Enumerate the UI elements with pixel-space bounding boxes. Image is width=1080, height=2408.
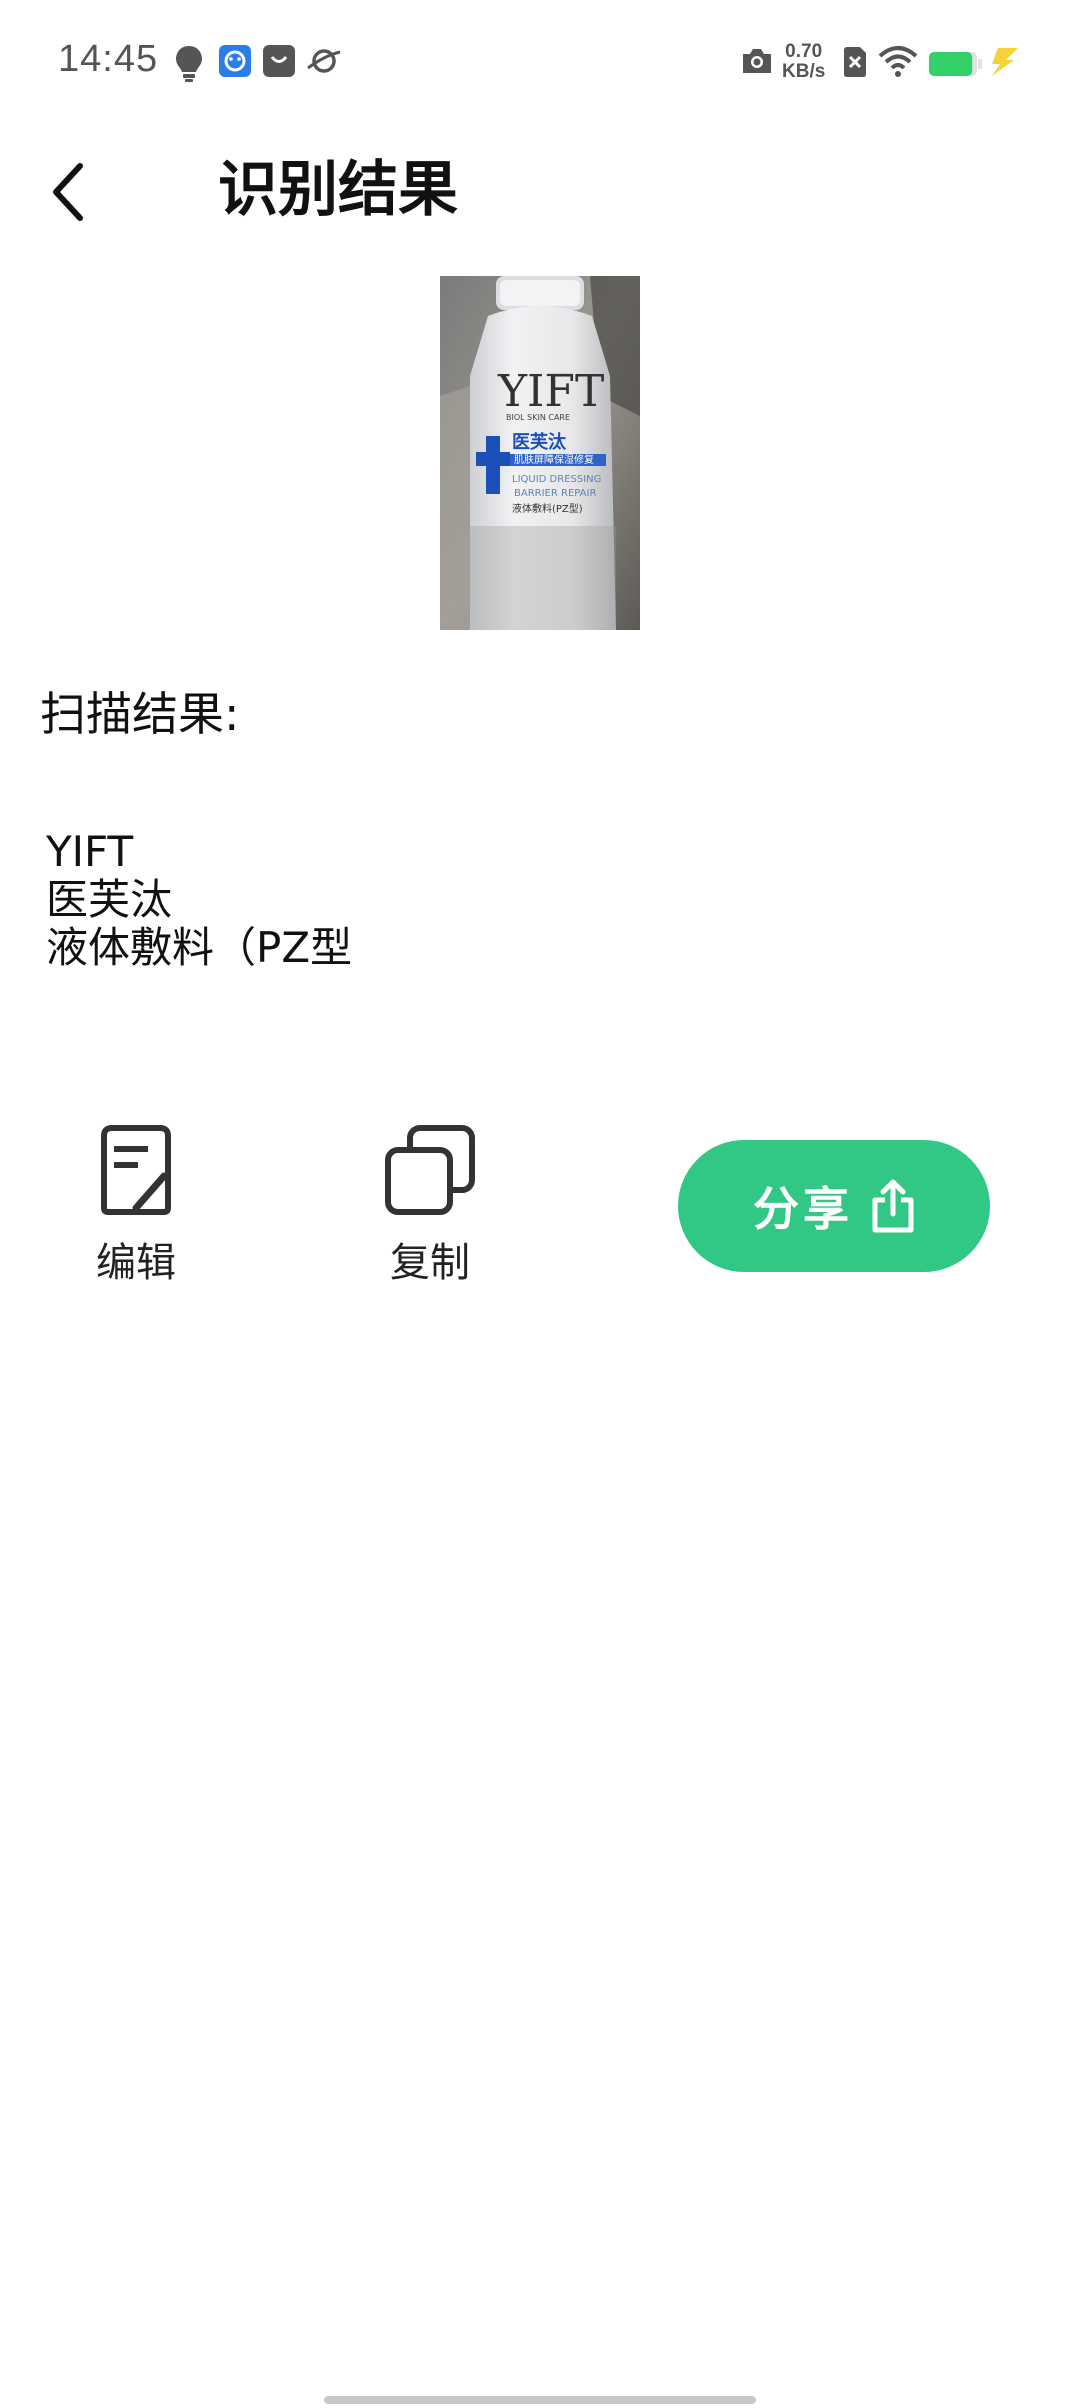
share-icon	[872, 1179, 914, 1233]
screen: 14:45 0.70 KB/s 识别结果 YIFT BIOL SKIN CARE…	[0, 0, 1080, 2408]
result-text[interactable]: YIFT 医芙汰 液体敷料（PZ型	[46, 828, 352, 972]
network-speed: 0.70 KB/s	[782, 42, 825, 82]
edit-icon	[101, 1125, 171, 1215]
shopping-bag-icon	[262, 44, 296, 82]
sim-x-icon	[842, 46, 868, 82]
result-line: YIFT	[46, 827, 134, 876]
edit-label: 编辑	[96, 1240, 176, 1286]
charging-bolt-icon	[988, 46, 1020, 82]
bottle-subtitle: BIOL SKIN CARE	[506, 413, 570, 422]
bottle-line1: 肌肤屏障保湿修复	[514, 453, 594, 466]
bottle-line3: BARRIER REPAIR	[514, 488, 596, 499]
net-speed-unit: KB/s	[782, 61, 826, 82]
scan-image[interactable]: YIFT BIOL SKIN CARE 医芙汰 肌肤屏障保湿修复 LIQUID …	[440, 276, 640, 630]
page-title: 识别结果	[218, 155, 458, 225]
net-speed-value: 0.70	[785, 41, 823, 62]
face-app-icon	[218, 44, 252, 82]
result-line: 液体敷料（PZ型	[46, 923, 353, 972]
bulb-icon	[174, 44, 204, 88]
result-label: 扫描结果:	[40, 687, 240, 741]
wifi-icon	[878, 44, 918, 82]
camera-icon	[740, 46, 774, 80]
battery-icon	[928, 50, 984, 82]
bottle-line2: LIQUID DRESSING	[512, 474, 601, 485]
status-bar: 14:45 0.70 KB/s	[0, 0, 1080, 126]
bottle-brand: YIFT	[497, 366, 604, 417]
planet-icon	[306, 46, 342, 80]
copy-label: 复制	[390, 1240, 470, 1286]
bottle-name: 医芙汰	[512, 431, 567, 453]
status-time: 14:45	[58, 38, 159, 80]
bottle-line4: 液体敷料(PZ型)	[512, 502, 583, 515]
home-indicator[interactable]	[324, 2396, 756, 2404]
share-button[interactable]: 分享	[678, 1140, 990, 1272]
share-label: 分享	[753, 1182, 853, 1236]
chevron-left-icon	[53, 163, 83, 221]
edit-button[interactable]: 编辑	[66, 1124, 206, 1294]
result-line: 医芙汰	[46, 875, 173, 924]
copy-button[interactable]: 复制	[360, 1124, 500, 1294]
copy-icon	[385, 1125, 475, 1215]
back-button[interactable]	[38, 152, 98, 232]
